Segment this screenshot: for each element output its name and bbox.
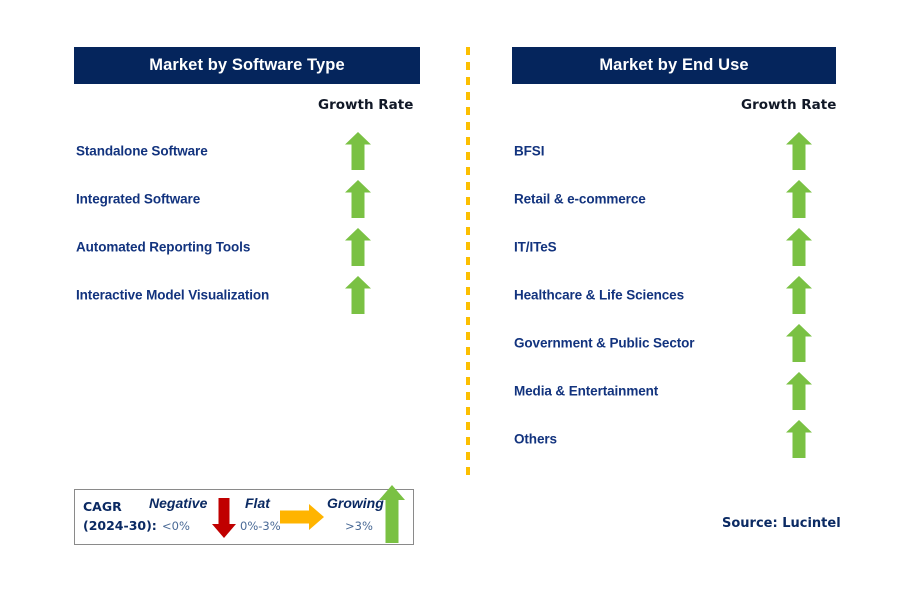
list-item: Retail & e-commerce: [512, 175, 836, 223]
arrow-up-icon: [786, 228, 812, 266]
segment-label: Others: [514, 431, 557, 447]
arrow-up-icon: [345, 276, 371, 314]
legend-flat-label: Flat: [245, 495, 270, 511]
panel-title-software: Market by Software Type: [74, 47, 420, 84]
list-item: Media & Entertainment: [512, 367, 836, 415]
arrow-up-icon: [786, 420, 812, 458]
segment-label: Media & Entertainment: [514, 383, 659, 399]
list-item: Standalone Software: [74, 127, 420, 175]
end-use-list: BFSI Retail & e-commerce IT/ITeS Healthc…: [512, 127, 836, 463]
segment-label: Government & Public Sector: [514, 335, 695, 351]
arrow-right-icon: [280, 504, 324, 530]
legend-title-line1: CAGR: [83, 499, 122, 514]
legend-flat-range: 0%-3%: [240, 519, 281, 533]
arrow-up-icon: [786, 276, 812, 314]
arrow-up-icon: [786, 324, 812, 362]
dashed-divider: [466, 47, 470, 478]
panel-title-end-use: Market by End Use: [512, 47, 836, 84]
panel-market-by-software-type: Market by Software Type Growth Rate Stan…: [74, 47, 420, 314]
legend-title-line2: (2024-30):: [83, 518, 157, 533]
arrow-up-icon: [345, 132, 371, 170]
source-attribution: Source: Lucintel: [722, 516, 841, 531]
segment-label: Interactive Model Visualization: [76, 287, 270, 303]
segment-label: BFSI: [514, 143, 545, 159]
legend-title: CAGR (2024-30):: [83, 497, 157, 535]
segment-label: IT/ITeS: [514, 239, 557, 255]
arrow-up-icon: [786, 132, 812, 170]
arrow-up-icon: [786, 372, 812, 410]
infographic-canvas: Market by Software Type Growth Rate Stan…: [0, 0, 899, 589]
legend-negative-label: Negative: [149, 495, 208, 511]
arrow-up-icon: [379, 485, 405, 543]
arrow-up-icon: [345, 228, 371, 266]
list-item: BFSI: [512, 127, 836, 175]
cagr-legend: CAGR (2024-30): Negative <0% Flat 0%-3% …: [74, 485, 414, 545]
growth-rate-column-header-software: Growth Rate: [318, 97, 414, 113]
segment-label: Retail & e-commerce: [514, 191, 646, 207]
segment-label: Standalone Software: [76, 143, 208, 159]
list-item: IT/ITeS: [512, 223, 836, 271]
growth-rate-column-header-end-use: Growth Rate: [741, 97, 837, 113]
list-item: Others: [512, 415, 836, 463]
list-item: Automated Reporting Tools: [74, 223, 420, 271]
segment-label: Automated Reporting Tools: [76, 239, 251, 255]
legend-growing-range: >3%: [345, 519, 373, 533]
legend-growing-label: Growing: [327, 495, 384, 511]
arrow-up-icon: [345, 180, 371, 218]
segment-label: Integrated Software: [76, 191, 201, 207]
list-item: Integrated Software: [74, 175, 420, 223]
list-item: Government & Public Sector: [512, 319, 836, 367]
list-item: Interactive Model Visualization: [74, 271, 420, 319]
list-item: Healthcare & Life Sciences: [512, 271, 836, 319]
arrow-up-icon: [786, 180, 812, 218]
arrow-down-icon: [212, 498, 236, 538]
panel-market-by-end-use: Market by End Use Growth Rate BFSI Retai…: [512, 47, 836, 458]
legend-negative-range: <0%: [162, 519, 190, 533]
segment-label: Healthcare & Life Sciences: [514, 287, 684, 303]
software-type-list: Standalone Software Integrated Software …: [74, 127, 420, 319]
